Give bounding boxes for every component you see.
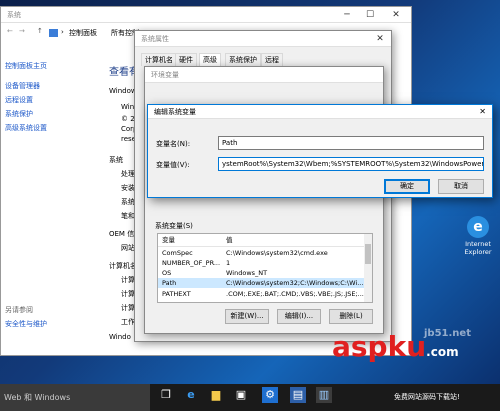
tab-hardware[interactable]: 硬件 — [175, 53, 197, 66]
control-panel-icon — [49, 29, 58, 37]
store-icon[interactable]: ▣ — [233, 387, 249, 403]
security-maintenance-link[interactable]: 安全性与维护 — [5, 319, 47, 329]
edit-system-variable-dialog: 编辑系统变量 ✕ 变量名(N): Path 变量值(V): ystemRoot%… — [147, 104, 493, 198]
close-button[interactable]: ✕ — [385, 7, 407, 23]
maximize-button[interactable]: ☐ — [359, 7, 381, 23]
desktop-icon-label: Explorer — [464, 248, 492, 256]
info-label: 计算机名 — [109, 262, 137, 270]
table-row[interactable]: PATHEXT — [162, 290, 191, 299]
table-row[interactable]: OS — [162, 269, 171, 278]
table-cell-value: 1 — [226, 259, 231, 267]
table-cell-value: Windows_NT — [226, 269, 268, 277]
info-label: Window — [109, 87, 137, 95]
search-box-text: Web 和 Windows — [4, 393, 71, 402]
close-button[interactable]: ✕ — [369, 31, 391, 47]
info-label: 笔和 — [121, 212, 135, 220]
variable-name-label: 变量名(N): — [156, 140, 191, 148]
internet-explorer-icon: e — [467, 216, 489, 238]
cancel-button[interactable]: 取消 — [438, 179, 484, 194]
system-variables-list[interactable]: 变量 值 ComSpec C:\Windows\system32\cmd.exe… — [157, 233, 373, 303]
breadcrumb-separator: › — [61, 28, 64, 36]
file-explorer-icon[interactable]: ▆ — [208, 387, 224, 403]
edit-dialog-title: 编辑系统变量 — [148, 105, 492, 119]
info-label: 计算 — [121, 276, 135, 284]
task-view-icon[interactable]: ❐ — [158, 387, 174, 403]
info-label: 工作 — [121, 318, 135, 326]
info-label: 安装 — [121, 184, 135, 192]
back-icon[interactable]: ← — [7, 27, 13, 35]
tab-strip: 计算机名 硬件 高级 系统保护 远程 — [141, 53, 381, 67]
minimize-button[interactable]: ─ — [336, 7, 358, 23]
variable-value-field[interactable]: ystemRoot%\System32\Wbem;%SYSTEMROOT%\Sy… — [218, 157, 484, 171]
column-header-value[interactable]: 值 — [226, 236, 233, 245]
tab-advanced[interactable]: 高级 — [199, 53, 221, 67]
aspku-logo-tld: .com — [426, 345, 459, 359]
sidebar-item-remote[interactable]: 远程设置 — [5, 95, 33, 105]
environment-variables-title: 环境变量 — [145, 67, 383, 83]
sidebar-item-device-manager[interactable]: 设备管理器 — [5, 81, 40, 91]
sidebar-home-link[interactable]: 控制面板主页 — [5, 61, 47, 71]
info-label: 计算 — [121, 290, 135, 298]
table-row[interactable]: NUMBER_OF_PR... — [162, 259, 220, 268]
tab-remote[interactable]: 远程 — [261, 53, 283, 66]
table-row-path[interactable]: Path — [162, 279, 176, 288]
search-box[interactable]: Web 和 Windows — [0, 384, 150, 411]
desktop: { "control_panel": { "title": "系统", "bre… — [0, 0, 500, 411]
edge-browser-icon[interactable]: e — [183, 387, 199, 403]
control-panel-taskbar-icon[interactable]: ▤ — [290, 387, 306, 403]
table-cell-value: .COM;.EXE;.BAT;.CMD;.VBS;.VBE;.JS;.JSE;.… — [226, 290, 364, 298]
table-cell-value: C:\Windows\system32\cmd.exe — [226, 249, 328, 257]
close-icon[interactable]: ✕ — [479, 107, 486, 116]
variable-value-label: 变量值(V): — [156, 161, 190, 169]
info-label: Windo — [109, 333, 131, 341]
aspku-logo-text: aspku — [332, 330, 427, 363]
table-cell-value: C:\Windows\system32;C:\Windows;C:\Wi... — [226, 279, 364, 287]
tab-system-protection[interactable]: 系统保护 — [225, 53, 261, 66]
settings-icon[interactable]: ⚙ — [262, 387, 278, 403]
header-divider — [158, 246, 364, 247]
aspku-logo: aspku.com — [332, 330, 459, 363]
info-label: 系统 — [109, 156, 123, 164]
sidebar-item-protection[interactable]: 系统保护 — [5, 109, 33, 119]
info-label: 系统 — [121, 198, 135, 206]
scrollbar[interactable] — [364, 234, 372, 302]
ok-button[interactable]: 确定 — [384, 179, 430, 194]
info-label: 处理 — [121, 170, 135, 178]
variable-name-field[interactable]: Path — [218, 136, 484, 150]
breadcrumb-control-panel[interactable]: 控制面板 — [69, 28, 97, 38]
forward-icon[interactable]: → — [19, 27, 25, 35]
desktop-icon-label: Internet — [465, 240, 491, 248]
internet-explorer-desktop-icon[interactable]: e Internet Explorer — [458, 216, 498, 266]
info-label: 网站 — [121, 244, 135, 252]
info-label: 计算 — [121, 304, 135, 312]
new-variable-button[interactable]: 新建(W)... — [225, 309, 269, 324]
system-properties-title: 系统属性 — [135, 31, 391, 47]
table-row[interactable]: ComSpec — [162, 249, 193, 258]
scrollbar-thumb[interactable] — [365, 244, 371, 264]
sidebar-item-advanced[interactable]: 高级系统设置 — [5, 123, 47, 133]
edit-variable-button[interactable]: 编辑(I)... — [277, 309, 321, 324]
up-icon[interactable]: ↑ — [37, 27, 43, 35]
watermark-tagline: 免费网站源码下载站! — [394, 393, 460, 401]
delete-variable-button[interactable]: 删除(L) — [329, 309, 373, 324]
info-label: OEM 信 — [109, 230, 135, 238]
tab-computer-name[interactable]: 计算机名 — [141, 53, 177, 66]
column-header-variable[interactable]: 变量 — [162, 236, 175, 245]
system-variables-label: 系统变量(S) — [155, 222, 193, 230]
system-properties-taskbar-icon[interactable]: ▥ — [316, 387, 332, 403]
see-also-heading: 另请参阅 — [5, 306, 33, 314]
